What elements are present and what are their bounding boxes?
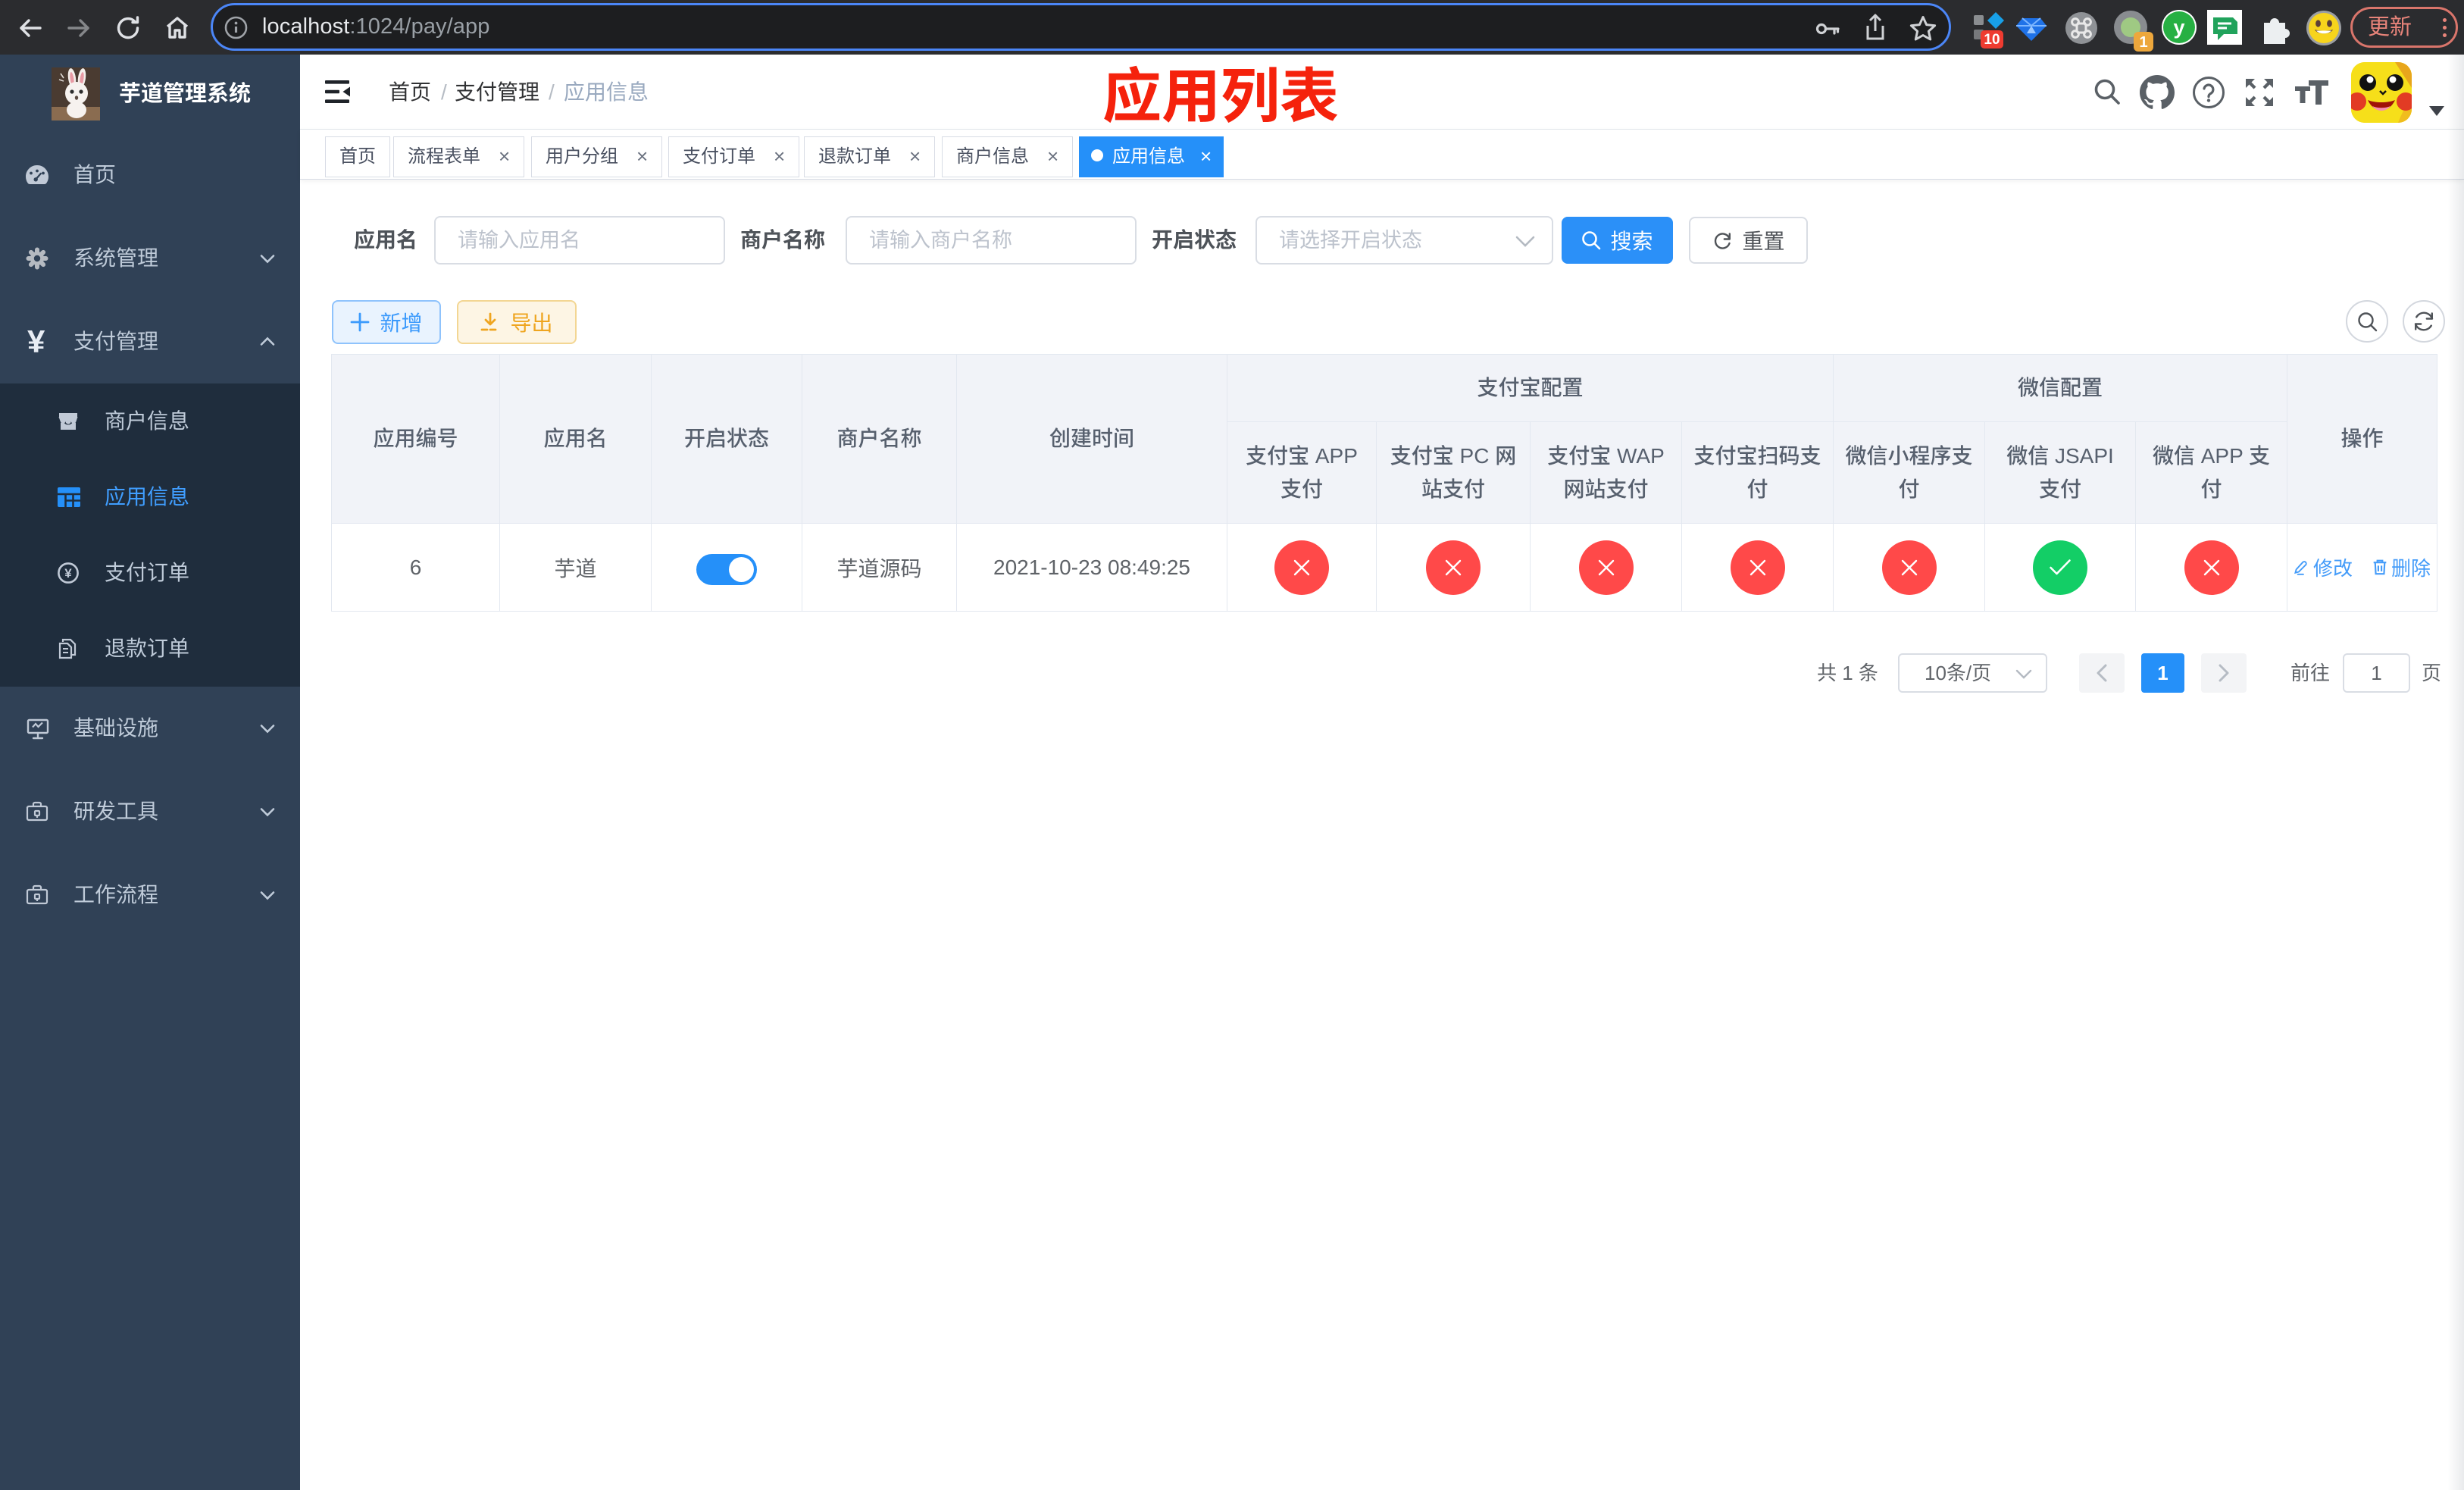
svg-text:10: 10 xyxy=(1984,32,2000,48)
svg-text:y: y xyxy=(2173,16,2184,39)
svg-text:¥: ¥ xyxy=(64,566,72,581)
svg-text:1: 1 xyxy=(2139,34,2147,51)
